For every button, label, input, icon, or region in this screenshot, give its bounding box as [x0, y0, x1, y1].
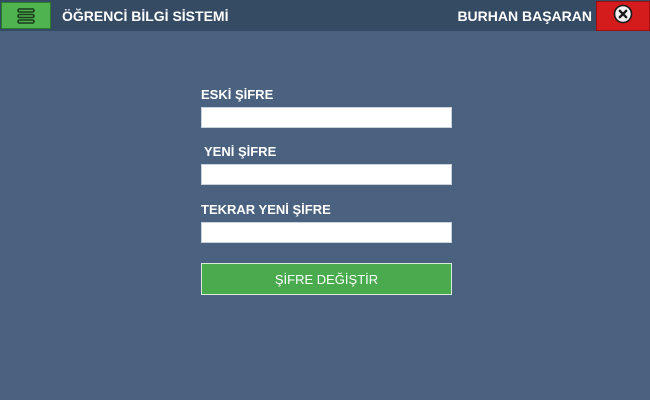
- close-circle-icon: [613, 4, 633, 29]
- new-password-label: YENİ ŞİFRE: [204, 144, 277, 159]
- old-password-field[interactable]: [201, 107, 452, 128]
- old-password-label: ESKİ ŞİFRE: [201, 87, 274, 102]
- title-bar: ÖĞRENCİ BİLGİ SİSTEMİ BURHAN BAŞARAN: [0, 0, 650, 31]
- app-window: ÖĞRENCİ BİLGİ SİSTEMİ BURHAN BAŞARAN ESK…: [0, 0, 650, 400]
- repeat-password-field[interactable]: [201, 222, 452, 243]
- hamburger-menu-icon: [17, 7, 35, 24]
- user-name: BURHAN BAŞARAN: [457, 8, 592, 24]
- close-button[interactable]: [596, 1, 650, 31]
- change-password-button[interactable]: ŞİFRE DEĞİŞTİR: [201, 263, 452, 295]
- new-password-field[interactable]: [201, 164, 452, 185]
- app-title: ÖĞRENCİ BİLGİ SİSTEMİ: [62, 8, 229, 24]
- menu-button[interactable]: [1, 2, 51, 29]
- repeat-password-label: TEKRAR YENİ ŞİFRE: [201, 202, 331, 217]
